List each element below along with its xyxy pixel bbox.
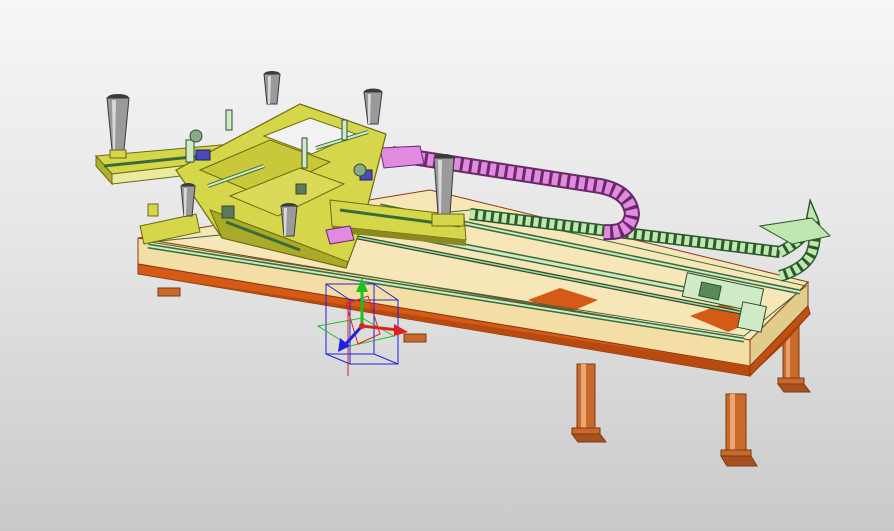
- cone-top-right: [363, 88, 383, 125]
- cone-center-left: [180, 183, 196, 217]
- cad-viewport[interactable]: [0, 0, 894, 531]
- cone-top: [263, 71, 281, 105]
- leg-front-center: [571, 363, 607, 443]
- cone-center: [280, 203, 298, 237]
- leg-front-right: [720, 393, 758, 467]
- cone-left: [106, 94, 130, 159]
- triad-origin: [359, 323, 365, 329]
- assembly-model[interactable]: [0, 0, 894, 531]
- triad-axis-x: [361, 324, 408, 336]
